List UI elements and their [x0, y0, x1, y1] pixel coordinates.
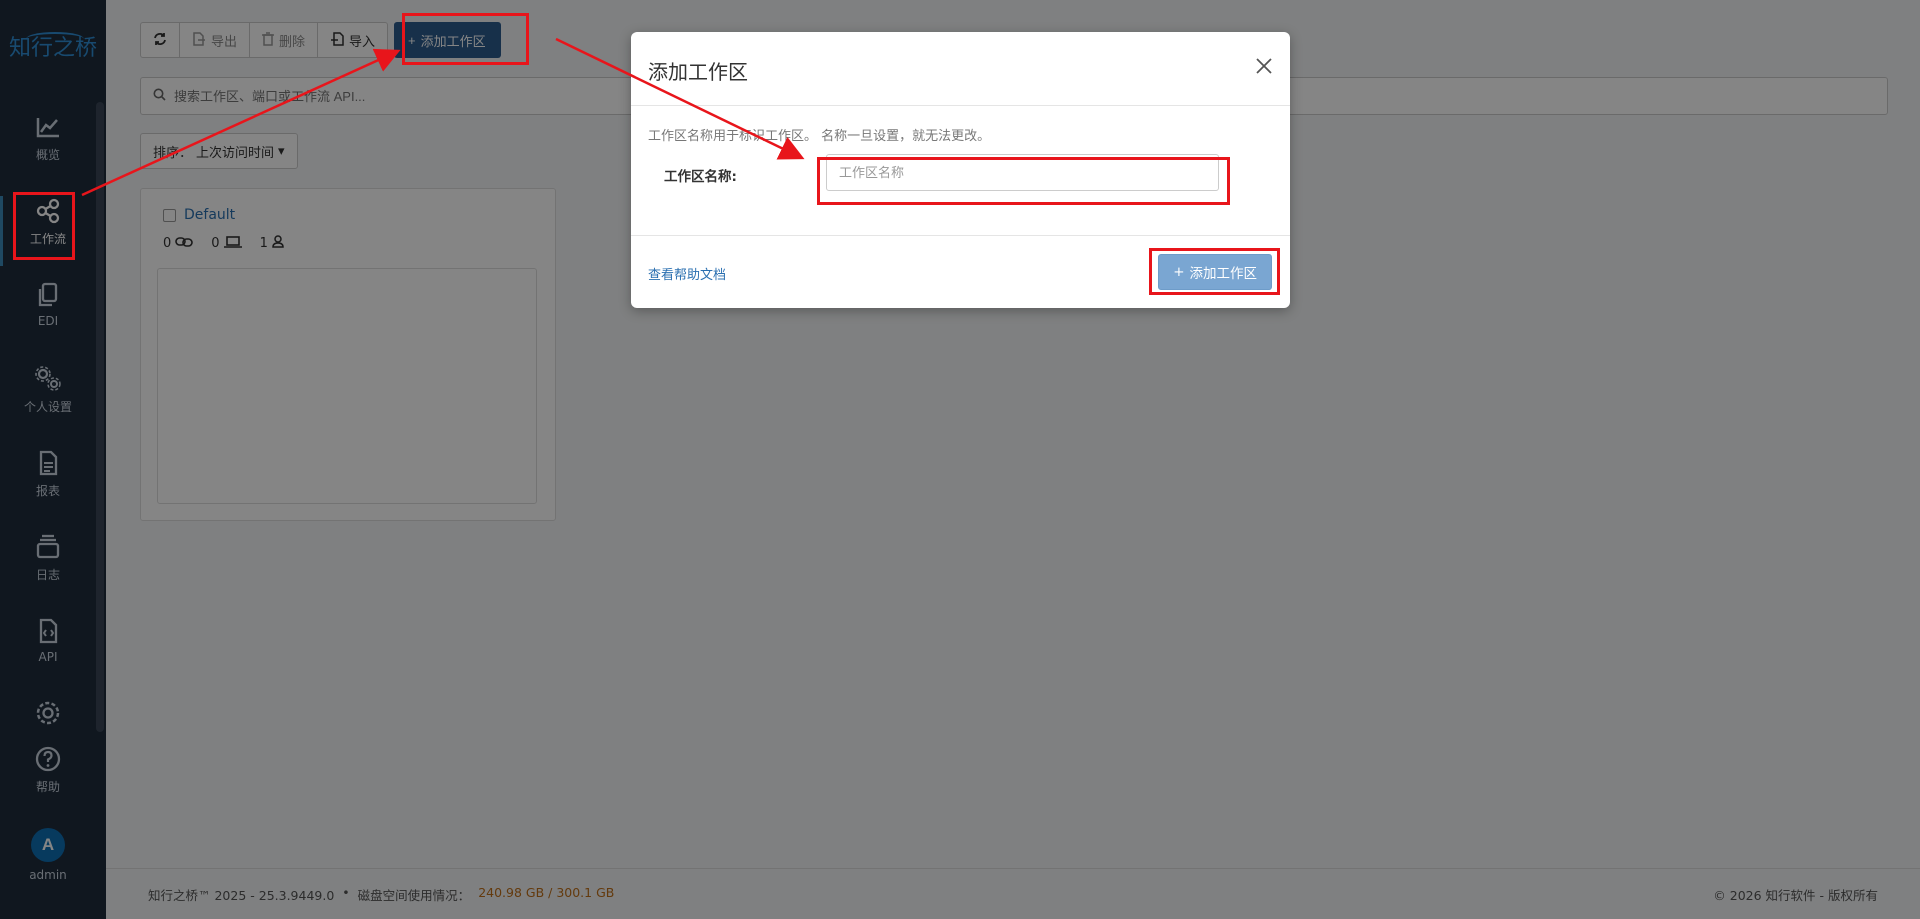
workspace-name-label: 工作区名称:	[664, 169, 737, 185]
close-icon	[1254, 58, 1274, 80]
highlight-workflow	[13, 192, 75, 260]
highlight-submit-button	[1149, 248, 1280, 295]
dialog-title: 添加工作区	[648, 62, 748, 84]
dialog-header: 添加工作区	[631, 32, 1290, 106]
help-docs-link[interactable]: 查看帮助文档	[648, 264, 726, 283]
highlight-name-input	[817, 157, 1230, 205]
dialog-help-text: 工作区名称用于标识工作区。 名称一旦设置，就无法更改。	[648, 129, 991, 144]
close-button[interactable]	[1254, 56, 1274, 76]
highlight-add-button	[402, 13, 529, 65]
